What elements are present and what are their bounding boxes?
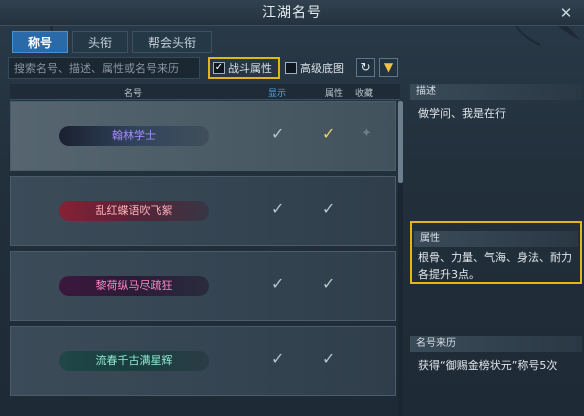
favorite-icon[interactable]: ✦ (361, 126, 372, 141)
header-name: 名号 (124, 89, 143, 99)
show-check-icon[interactable]: ✓ (271, 274, 284, 293)
attr-check-icon[interactable]: ✓ (322, 349, 335, 368)
desc-title: 描述 (410, 84, 582, 100)
show-check-icon[interactable]: ✓ (271, 124, 284, 143)
title-window: 江湖名号 ✕ 称号 头衔 帮会头衔 ✓ 战斗属性 高级底图 ↻ ▼ 名号 显示 … (0, 0, 584, 416)
list-item[interactable]: 乱红蝶语吹飞絮 ✓ ✓ (10, 176, 396, 246)
show-check-icon[interactable]: ✓ (271, 199, 284, 218)
tab-titles[interactable]: 称号 (12, 31, 69, 53)
filter-icon[interactable]: ▼ (379, 58, 398, 77)
scroll-thumb[interactable] (398, 101, 403, 183)
close-icon[interactable]: ✕ (556, 3, 576, 23)
advanced-bg-label: 高级底图 (300, 62, 344, 75)
title-badge: 流春千古满星辉 (59, 351, 209, 371)
tab-bar: 称号 头衔 帮会头衔 (12, 31, 213, 53)
title-list: 翰林学士 ✓ ✓ ✦ 乱红蝶语吹飞絮 ✓ ✓ 黎荷纵马尽疏狂 ✓ ✓ 流春千古满… (10, 101, 396, 416)
title-badge: 乱红蝶语吹飞絮 (59, 201, 209, 221)
header-show: 显示 (268, 89, 287, 99)
empty-checkbox-icon (285, 62, 297, 74)
list-header: 名号 显示 属性 收藏 (10, 84, 400, 100)
attr-title: 属性 (414, 231, 578, 247)
refresh-icon[interactable]: ↻ (356, 58, 375, 77)
battle-attr-checkbox[interactable]: ✓ 战斗属性 (208, 57, 280, 79)
title-bar: 江湖名号 ✕ (0, 0, 584, 26)
list-item[interactable]: 流春千古满星辉 ✓ ✓ (10, 326, 396, 396)
attr-check-icon[interactable]: ✓ (322, 199, 335, 218)
attr-check-icon[interactable]: ✓ (322, 124, 335, 143)
window-title: 江湖名号 (262, 5, 322, 21)
list-item[interactable]: 黎荷纵马尽疏狂 ✓ ✓ (10, 251, 396, 321)
origin-title: 名号来历 (410, 336, 582, 352)
detail-panel: 描述 做学问、我是在行 属性 根骨、力量、气海、身法、耐力各提升3点。 名号来历… (410, 84, 582, 416)
attr-check-icon[interactable]: ✓ (322, 274, 335, 293)
title-badge: 翰林学士 (59, 126, 209, 146)
desc-text: 做学问、我是在行 (418, 107, 506, 120)
title-badge: 黎荷纵马尽疏狂 (59, 276, 209, 296)
origin-text: 获得“御赐金榜状元”称号5次 (418, 359, 558, 372)
scrollbar[interactable] (398, 101, 403, 416)
advanced-bg-checkbox[interactable]: 高级底图 (285, 57, 344, 79)
show-check-icon[interactable]: ✓ (271, 349, 284, 368)
tab-headers[interactable]: 头衔 (72, 31, 129, 53)
header-attr: 属性 (325, 89, 344, 99)
attr-text: 根骨、力量、气海、身法、耐力各提升3点。 (418, 251, 572, 281)
tab-guild-headers[interactable]: 帮会头衔 (132, 31, 213, 53)
header-fav: 收藏 (355, 89, 374, 99)
list-item[interactable]: 翰林学士 ✓ ✓ ✦ (10, 101, 396, 171)
search-input[interactable] (8, 57, 200, 79)
check-icon: ✓ (213, 62, 225, 74)
battle-attr-label: 战斗属性 (228, 62, 272, 75)
